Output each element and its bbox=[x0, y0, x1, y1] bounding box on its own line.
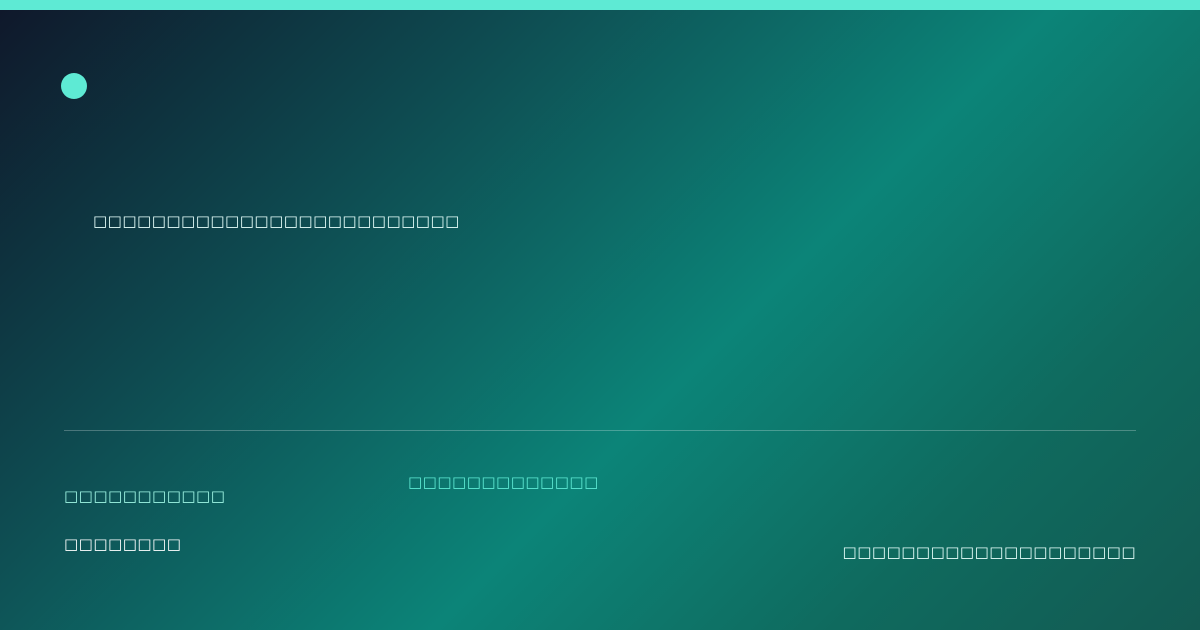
footer-value: □□□□□□□□ bbox=[64, 535, 182, 553]
headline-text: □□□□□□□□□□□□□□□□□□□□□□□□□ bbox=[93, 212, 460, 230]
footer-label: □□□□□□□□□□□ bbox=[64, 487, 226, 505]
right-note: □□□□□□□□□□□□□□□□□□□□ bbox=[842, 543, 1136, 561]
divider bbox=[64, 430, 1136, 431]
brand-dot-icon bbox=[61, 73, 87, 99]
center-tag: □□□□□□□□□□□□□ bbox=[408, 473, 599, 491]
top-accent-bar bbox=[0, 0, 1200, 10]
